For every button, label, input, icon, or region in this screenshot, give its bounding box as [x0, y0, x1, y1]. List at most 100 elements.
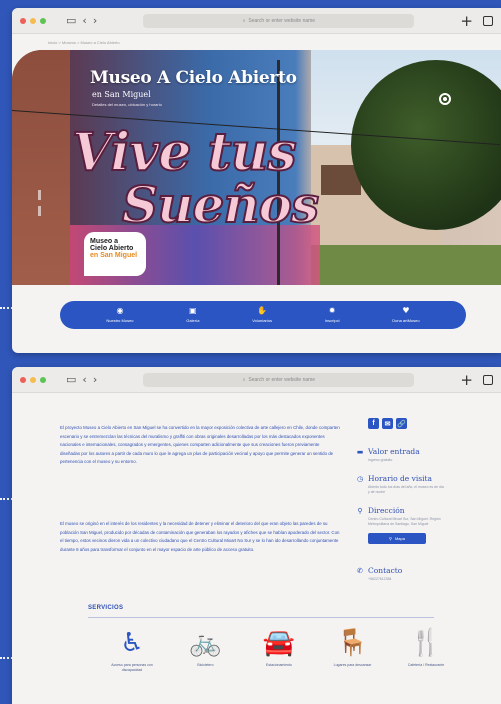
service-cafe: 🍴 Cafetería / Restaurante: [400, 629, 452, 673]
logo-line1: Museo a: [90, 238, 119, 245]
browser-window-info: ▭ ‹ › ⌕ Search or enter website name + E…: [12, 367, 501, 704]
entry-value: Ingreso gratuito: [368, 458, 393, 462]
page-title: Museo A Cielo Abierto: [90, 68, 297, 88]
close-dot[interactable]: [20, 376, 26, 383]
gallery-icon: ▣: [189, 306, 197, 315]
hours-value: Abierto todo los días del año, el museo …: [368, 485, 444, 494]
service-label: Lugares para descansar: [333, 663, 372, 667]
close-dot[interactable]: [20, 17, 26, 24]
car-icon: 🚘: [262, 628, 296, 658]
bicycle-icon: 🚲: [189, 628, 222, 658]
search-icon: ⌕: [242, 376, 246, 383]
service-label: Bicicletero: [197, 663, 214, 667]
ticket-icon: ▬: [356, 447, 364, 456]
main-nav: ◉ Nuestro Museo ▣ Galería ✋ Voluntarios …: [60, 301, 466, 329]
info-address: ⚲ Dirección Centro Cultural Mixart Sur, S…: [356, 506, 446, 544]
address-placeholder: Search or enter website name: [248, 17, 316, 24]
nav-label: Voluntarios: [252, 318, 272, 323]
about-paragraph-2: El museo se originó en el interés de los…: [60, 521, 340, 552]
page-description: Detalles del museo, ubicación y horario: [92, 102, 162, 107]
back-icon[interactable]: ‹: [82, 374, 86, 385]
forward-icon[interactable]: ›: [93, 374, 97, 385]
services-list: ♿ Acceso para personas con discapacidad …: [106, 629, 452, 673]
service-rest-area: 🪑 Lugares para descansar: [327, 629, 379, 673]
museum-logo: Museo a Cielo Abierto en San Miguel: [84, 232, 146, 276]
link-icon[interactable]: 🔗: [396, 418, 407, 429]
view-360-icon[interactable]: [439, 93, 451, 105]
nav-item-inscripcion[interactable]: ✹ Inscripci: [324, 306, 340, 324]
nav-item-galeria[interactable]: ▣ Galería: [186, 306, 200, 324]
clock-icon: ◷: [356, 474, 364, 483]
nav-item-dona[interactable]: ♥ Dona artMuseo: [392, 306, 420, 324]
address-value: Centro Cultural Mixart Sur, San Miguel. …: [368, 517, 441, 526]
service-label: Acceso para personas con discapacidad: [111, 663, 153, 672]
service-parking: 🚘 Estacionamiento: [253, 629, 305, 673]
contact-title: Contacto: [368, 566, 403, 575]
address-placeholder: Search or enter website name: [248, 376, 316, 383]
breadcrumb[interactable]: Inicio > Museos > Museo a Cielo Abierto: [48, 40, 120, 45]
window-controls: [20, 376, 46, 383]
service-accessibility: ♿ Acceso para personas con discapacidad: [106, 629, 158, 673]
logo-line3: en San Miguel: [90, 252, 138, 259]
maximize-dot[interactable]: [40, 376, 46, 383]
tabs-overview-icon[interactable]: [483, 371, 496, 385]
window-controls: [20, 17, 46, 24]
forward-icon[interactable]: ›: [93, 15, 97, 26]
tabs-overview-icon[interactable]: [483, 12, 496, 26]
service-label: Cafetería / Restaurante: [407, 663, 445, 667]
sidebar-icon[interactable]: ▭: [66, 15, 76, 26]
service-bike-rack: 🚲 Bicicletero: [180, 629, 232, 673]
nav-label: Inscripci: [324, 318, 340, 323]
mural-text-line2: Sueños: [121, 174, 320, 235]
logo-line2: Cielo Abierto: [90, 245, 134, 252]
phone-icon: ✆: [357, 566, 363, 575]
browser-titlebar: ▭ ‹ › ⌕ Search or enter website name +: [12, 367, 501, 393]
wheelchair-icon: ♿: [120, 628, 144, 658]
service-label: Estacionamiento: [266, 663, 292, 667]
fork-knife-icon: 🍴: [409, 628, 443, 658]
new-tab-icon[interactable]: +: [460, 12, 473, 30]
entry-title: Valor entrada: [368, 447, 420, 456]
sidebar-icon[interactable]: ▭: [66, 374, 76, 385]
info-entry: ▬ Valor entrada Ingreso gratuito: [356, 447, 446, 463]
nav-item-museo[interactable]: ◉ Nuestro Museo: [106, 306, 134, 324]
back-icon[interactable]: ‹: [82, 15, 86, 26]
nav-label: Galería: [186, 318, 200, 323]
hand-icon: ✋: [257, 306, 268, 315]
location-pin-icon: ⚲: [357, 506, 363, 515]
museum-icon: ◉: [116, 306, 124, 315]
carousel-indicator[interactable]: [38, 190, 41, 216]
nav-item-voluntarios[interactable]: ✋ Voluntarios: [252, 306, 272, 324]
about-paragraph-1: El proyecto Museo a Cielo Abierto en San…: [60, 425, 340, 465]
mail-icon[interactable]: ✉: [382, 418, 393, 429]
hero-image: Vive tus Sueños Museo A Cielo Abierto en…: [12, 50, 501, 285]
hours-title: Horario de visita: [368, 474, 432, 483]
heart-icon: ♥: [402, 306, 410, 315]
nav-label: Nuestro Museo: [106, 318, 134, 323]
map-button-label: Mapa: [394, 536, 405, 541]
map-icon: ⚲: [389, 536, 392, 541]
minimize-dot[interactable]: [30, 376, 36, 383]
facebook-icon[interactable]: f: [368, 418, 379, 429]
social-links: f ✉ 🔗: [368, 418, 407, 429]
maximize-dot[interactable]: [40, 17, 46, 24]
search-icon: ⌕: [242, 17, 246, 24]
nav-label: Dona artMuseo: [392, 318, 420, 323]
browser-window-hero: ▭ ‹ › ⌕ Search or enter website name + I…: [12, 8, 501, 353]
mural-text-line1: Vive tus: [71, 121, 298, 184]
star-icon: ✹: [328, 306, 336, 315]
chair-icon: 🪑: [336, 628, 369, 658]
address-bar[interactable]: ⌕ Search or enter website name: [143, 372, 415, 387]
browser-titlebar: ▭ ‹ › ⌕ Search or enter website name +: [12, 8, 501, 34]
new-tab-icon[interactable]: +: [460, 371, 473, 389]
contact-value[interactable]: +56227612384: [368, 577, 446, 582]
info-contact: ✆ Contacto +56227612384: [356, 566, 446, 582]
minimize-dot[interactable]: [30, 17, 36, 24]
services-divider: [88, 617, 434, 618]
address-title: Dirección: [368, 506, 405, 515]
address-bar[interactable]: ⌕ Search or enter website name: [143, 13, 415, 28]
map-button[interactable]: ⚲ Mapa: [368, 533, 426, 544]
services-heading: SERVICIOS: [88, 605, 124, 611]
info-hours: ◷ Horario de visita Abierto todo los días…: [356, 474, 446, 495]
page-subtitle: en San Miguel: [92, 90, 151, 99]
